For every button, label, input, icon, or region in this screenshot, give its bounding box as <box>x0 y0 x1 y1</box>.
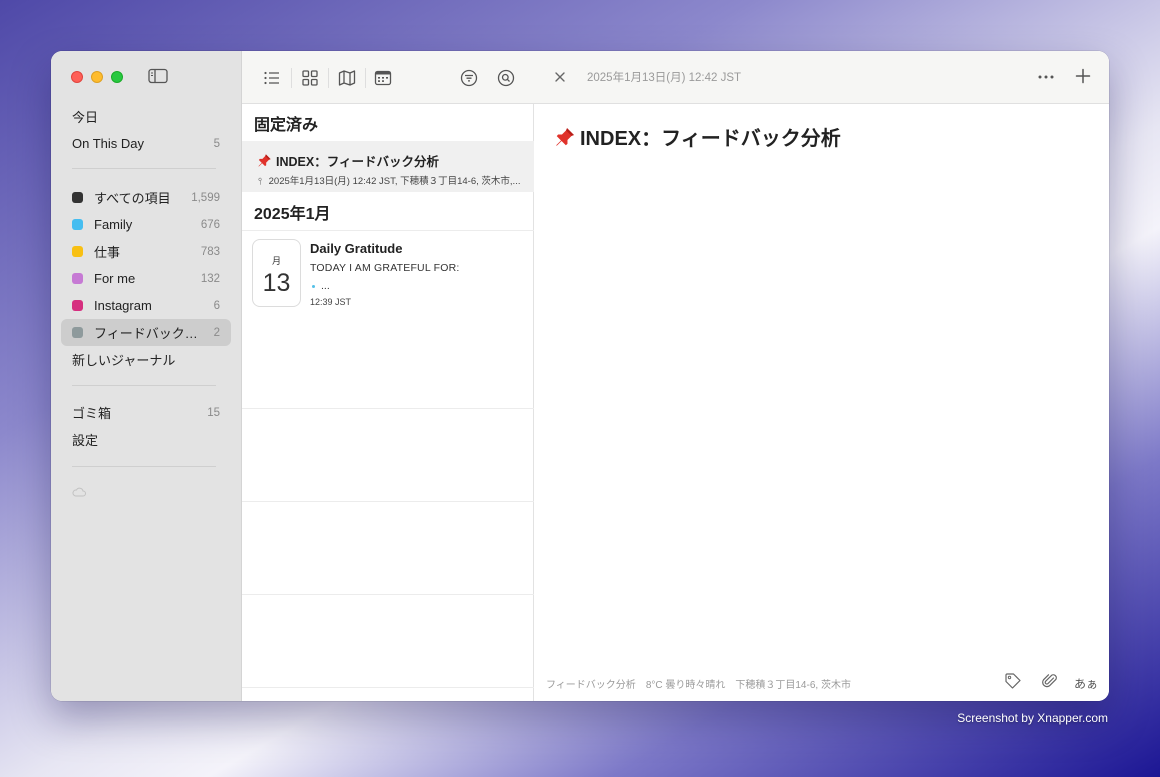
entry-weekday: 月 <box>271 256 281 266</box>
sidebar-toggle-icon[interactable] <box>148 68 168 84</box>
toolbar-separator <box>291 68 292 88</box>
toolbar-separator <box>328 68 329 88</box>
pushpin-icon <box>257 153 272 168</box>
zoom-window-button[interactable] <box>111 71 123 83</box>
new-journal-label: 新しいジャーナル <box>72 353 176 368</box>
filter-icon[interactable] <box>460 69 478 87</box>
entry-title: Daily Gratitude <box>310 241 403 256</box>
list-view-icon[interactable] <box>263 69 281 87</box>
sidebar-item-label: 設定 <box>72 433 99 448</box>
row-divider <box>242 594 534 595</box>
sidebar-journal-all[interactable]: すべての項目 1,599 <box>61 184 231 211</box>
sidebar-item-count: 676 <box>200 218 220 231</box>
sidebar-item-label: Family <box>94 217 133 232</box>
entry-date-box: 月 13 <box>252 239 301 307</box>
new-journal-button[interactable]: 新しいジャーナル <box>61 346 231 373</box>
entry-title-text: INDEX：フィードバック分析 <box>580 128 841 150</box>
sidebar-item-label: On This Day <box>72 136 145 151</box>
journal-color-dot <box>72 192 83 203</box>
sidebar-item-label: Instagram <box>94 298 152 313</box>
sidebar-item-count: 15 <box>207 406 220 419</box>
entry-body: TODAY I AM GRATEFUL FOR: <box>310 262 460 274</box>
sidebar-journal-for-me[interactable]: For me 132 <box>61 265 231 292</box>
sidebar-item-settings[interactable]: 設定 <box>61 426 231 453</box>
sidebar-journal-work[interactable]: 仕事 783 <box>61 238 231 265</box>
bullet-dot-icon <box>312 284 315 288</box>
sidebar-item-label: ゴミ箱 <box>72 406 112 421</box>
app-window: 今日 On This Day 5 すべての項目 1,599 Family 676… <box>51 51 1109 701</box>
entry-list-pane: 固定済み INDEX：フィードバック分析 ⫯ 2025年1月13日(月) 12:… <box>242 51 534 701</box>
sidebar-journal-feedback[interactable]: フィードバック… 2 <box>61 319 231 346</box>
journal-color-dot <box>72 300 83 311</box>
row-divider <box>242 687 534 688</box>
grid-view-icon[interactable] <box>301 69 319 87</box>
footer-location[interactable]: 下穂積３丁目14-6, 茨木市 <box>735 676 851 691</box>
pinned-entry-meta-text: 2025年1月13日(月) 12:42 JST, 下穂積３丁目14-6, 茨木市… <box>268 176 521 187</box>
sidebar-divider <box>72 168 216 169</box>
attachment-icon[interactable] <box>1041 672 1059 690</box>
row-divider <box>242 501 534 502</box>
small-pin-icon: ⫯ <box>258 176 263 187</box>
pinned-entry-title-text: INDEX：フィードバック分析 <box>276 155 439 169</box>
footer-weather[interactable]: 8°C 曇り時々晴れ <box>646 676 726 691</box>
font-style-button[interactable]: あぁ <box>1074 675 1098 692</box>
pinned-entry-meta: ⫯ 2025年1月13日(月) 12:42 JST, 下穂積３丁目14-6, 茨… <box>258 173 528 187</box>
sidebar-divider <box>72 466 216 467</box>
journal-color-dot <box>72 219 83 230</box>
close-window-button[interactable] <box>71 71 83 83</box>
close-icon[interactable] <box>553 70 567 84</box>
sidebar-divider <box>72 385 216 386</box>
row-divider <box>242 230 534 231</box>
pinned-entry-item[interactable]: INDEX：フィードバック分析 ⫯ 2025年1月13日(月) 12:42 JS… <box>242 141 534 192</box>
journal-color-dot <box>72 327 83 338</box>
more-options-icon[interactable] <box>1037 70 1055 84</box>
watermark: Screenshot by Xnapper.com <box>957 711 1108 725</box>
toolbar-separator <box>365 68 366 88</box>
sidebar-item-trash[interactable]: ゴミ箱 15 <box>61 399 231 426</box>
sidebar-journal-family[interactable]: Family 676 <box>61 211 231 238</box>
journal-color-dot <box>72 273 83 284</box>
minimize-window-button[interactable] <box>91 71 103 83</box>
sidebar-item-on-this-day[interactable]: On This Day 5 <box>61 130 231 157</box>
entry-day: 13 <box>262 269 291 297</box>
new-entry-plus-icon[interactable] <box>1075 68 1091 84</box>
search-icon[interactable] <box>497 69 515 87</box>
footer-journal[interactable]: フィードバック分析 <box>546 676 636 691</box>
sidebar-item-label: For me <box>94 271 136 286</box>
sidebar-item-count: 2 <box>213 326 220 339</box>
month-section-header: 2025年1月 <box>254 206 331 223</box>
list-toolbar <box>242 51 534 104</box>
pushpin-icon <box>554 126 576 148</box>
map-view-icon[interactable] <box>338 69 356 87</box>
entry-footer-meta: フィードバック分析 8°C 曇り時々晴れ 下穂積３丁目14-6, 茨木市 <box>546 676 851 691</box>
sidebar-item-count: 5 <box>213 137 220 150</box>
cloud-sync-icon[interactable] <box>72 487 86 497</box>
journal-color-dot <box>72 246 83 257</box>
window-controls <box>71 71 123 83</box>
sidebar-item-count: 132 <box>200 272 220 285</box>
sidebar-item-label: 今日 <box>72 110 99 125</box>
detail-toolbar: 2025年1月13日(月) 12:42 JST <box>534 51 1109 104</box>
sidebar-item-count: 6 <box>213 299 220 312</box>
sidebar: 今日 On This Day 5 すべての項目 1,599 Family 676… <box>51 51 242 701</box>
sidebar-item-label: 仕事 <box>94 245 121 260</box>
tag-icon[interactable] <box>1004 672 1022 690</box>
sidebar-item-count: 1,599 <box>191 191 220 204</box>
entry-time: 12:39 JST <box>310 297 352 307</box>
entry-detail-pane: 2025年1月13日(月) 12:42 JST INDEX：フィードバック分析 … <box>534 51 1109 701</box>
calendar-view-icon[interactable] <box>374 69 392 87</box>
row-divider <box>242 408 534 409</box>
sidebar-item-count: 783 <box>200 245 220 258</box>
sidebar-journal-instagram[interactable]: Instagram 6 <box>61 292 231 319</box>
entry-bullet-text: ... <box>321 280 330 292</box>
sidebar-item-label: すべての項目 <box>94 191 171 206</box>
entry-date-label[interactable]: 2025年1月13日(月) 12:42 JST <box>587 69 741 85</box>
entry-title-heading[interactable]: INDEX：フィードバック分析 <box>554 122 841 151</box>
entry-bullet: ... <box>312 280 330 292</box>
sidebar-item-today[interactable]: 今日 <box>61 103 231 130</box>
sidebar-item-label: フィードバック… <box>94 326 198 341</box>
pinned-section-header: 固定済み <box>254 117 319 134</box>
pinned-entry-title: INDEX：フィードバック分析 <box>257 151 439 170</box>
